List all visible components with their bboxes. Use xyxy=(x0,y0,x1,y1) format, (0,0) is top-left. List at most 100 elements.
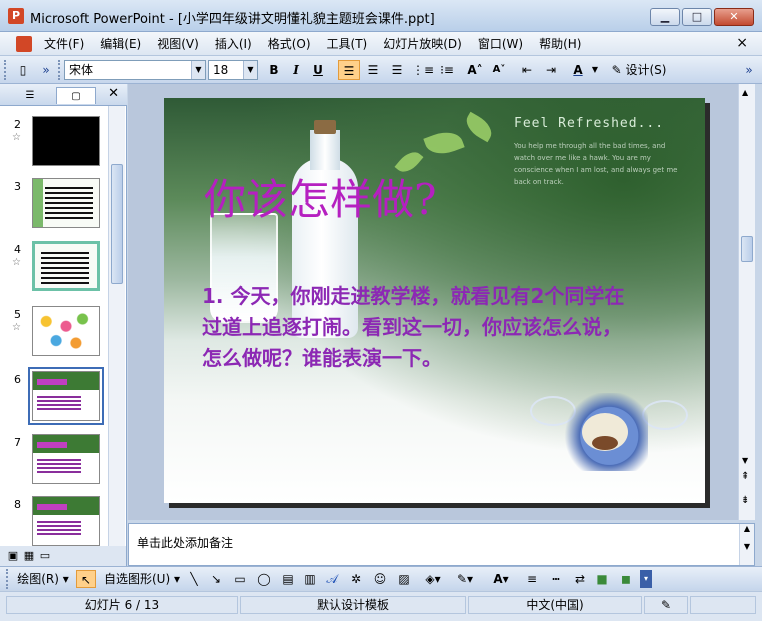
slide-title[interactable]: 你该怎样做? xyxy=(204,166,437,227)
spelling-check-icon[interactable]: ✎ xyxy=(644,596,688,614)
underline-button[interactable]: U xyxy=(308,60,328,80)
draw-menu-button[interactable]: 绘图(R) ▾ xyxy=(14,570,72,588)
menu-view[interactable]: 视图(V) xyxy=(149,36,207,52)
document-close-button[interactable]: × xyxy=(736,35,748,51)
slide-canvas[interactable]: Feel Refreshed... You help me through al… xyxy=(164,98,705,503)
new-document-icon[interactable]: ▯ xyxy=(12,60,34,80)
menu-help[interactable]: 帮助(H) xyxy=(531,36,589,52)
scroll-up-icon[interactable]: ▲ xyxy=(742,88,748,97)
design-label: 设计(S) xyxy=(625,63,667,77)
oval-icon[interactable]: ◯ xyxy=(254,570,274,588)
close-button[interactable]: ✕ xyxy=(714,8,754,26)
slide-number: 7 xyxy=(14,436,21,449)
minimize-button[interactable]: ▁ xyxy=(650,8,680,26)
chevron-down-icon[interactable]: ▼ xyxy=(243,61,257,79)
slide-body-text[interactable]: 1. 今天，你刚走进教学楼，就看见有2个同学在过道上追逐打闹。看到这一切，你应该… xyxy=(202,281,632,374)
menu-format[interactable]: 格式(O) xyxy=(260,36,319,52)
pane-scrollbar[interactable] xyxy=(108,106,125,546)
clipart-icon[interactable]: ☺ xyxy=(370,570,390,588)
dash-style-icon[interactable]: ┅ xyxy=(546,570,566,588)
scroll-down-icon[interactable]: ▼ xyxy=(742,456,748,465)
bold-button[interactable]: B xyxy=(264,60,284,80)
pane-horizontal-scrollbar[interactable] xyxy=(34,550,122,562)
chevron-down-icon[interactable]: ▼ xyxy=(191,61,205,79)
slide-thumbnail-image[interactable] xyxy=(32,116,100,166)
maximize-button[interactable]: □ xyxy=(682,8,712,26)
wordart-icon[interactable]: 𝒜 xyxy=(322,570,342,588)
slide-thumbnail-image[interactable] xyxy=(28,367,104,425)
slide-thumbnail-item[interactable]: 3 xyxy=(0,174,108,230)
decrease-font-icon[interactable]: A˅ xyxy=(488,60,510,80)
menu-tools[interactable]: 工具(T) xyxy=(319,36,376,52)
slide-thumbnail-item[interactable]: 8 xyxy=(0,492,108,548)
rectangle-icon[interactable]: ▭ xyxy=(230,570,250,588)
line-color-icon[interactable]: ✎▾ xyxy=(454,570,476,588)
bullets-icon[interactable]: ⁝≡ xyxy=(436,60,458,80)
line-style-icon[interactable]: ≡ xyxy=(522,570,542,588)
tab-slides[interactable]: ▢ xyxy=(56,87,96,104)
chevron-down-icon[interactable]: ▼ xyxy=(590,60,600,80)
status-design-template: 默认设计模板 xyxy=(240,596,466,614)
next-slide-icon[interactable]: ⇟ xyxy=(741,496,749,506)
notes-pane[interactable]: 单击此处添加备注 ▲ ▼ xyxy=(128,523,755,566)
toolbar-grip[interactable] xyxy=(58,60,61,80)
vertical-textbox-icon[interactable]: ▥ xyxy=(300,570,320,588)
align-left-icon[interactable]: ☰ xyxy=(338,60,360,80)
numbering-icon[interactable]: ⋮≡ xyxy=(412,60,434,80)
design-button[interactable]: ✎ 设计(S) xyxy=(608,60,670,80)
3d-style-icon[interactable]: ◼ xyxy=(616,570,636,588)
arrow-style-icon[interactable]: ⇄ xyxy=(570,570,590,588)
font-color-button[interactable]: A xyxy=(568,60,588,80)
slide-thumbnail-image[interactable] xyxy=(32,306,100,356)
notes-placeholder[interactable]: 单击此处添加备注 xyxy=(137,534,233,551)
textbox-icon[interactable]: ▤ xyxy=(278,570,298,588)
slide-thumbnail-image[interactable] xyxy=(32,241,100,291)
italic-button[interactable]: I xyxy=(286,60,306,80)
font-name-select[interactable]: 宋体 ▼ xyxy=(64,60,206,80)
toolbar-options-icon[interactable]: » xyxy=(38,60,54,80)
select-arrow-icon[interactable]: ↖ xyxy=(76,570,96,588)
scrollbar-thumb[interactable] xyxy=(741,236,753,262)
notes-scrollbar[interactable]: ▲ ▼ xyxy=(739,524,754,565)
menu-slideshow[interactable]: 幻灯片放映(D) xyxy=(375,36,470,52)
font-size-select[interactable]: 18 ▼ xyxy=(208,60,258,80)
normal-view-icon[interactable]: ▣ xyxy=(6,549,20,563)
tab-outline[interactable]: ☰ xyxy=(8,87,52,104)
toolbar-options-icon[interactable]: ▾ xyxy=(640,570,652,588)
slide-vertical-scrollbar[interactable]: ▲ ▼ ⇞ ⇟ xyxy=(738,84,755,520)
picture-icon[interactable]: ▨ xyxy=(394,570,414,588)
slide-thumbnail-item[interactable]: 4 ☆ xyxy=(0,237,108,293)
menu-edit[interactable]: 编辑(E) xyxy=(92,36,149,52)
align-right-icon[interactable]: ☰ xyxy=(386,60,408,80)
slide-thumbnail-item[interactable]: 7 xyxy=(0,430,108,486)
align-center-icon[interactable]: ☰ xyxy=(362,60,384,80)
menu-insert[interactable]: 插入(I) xyxy=(207,36,260,52)
increase-indent-icon[interactable]: ⇥ xyxy=(540,60,562,80)
shadow-style-icon[interactable]: ■ xyxy=(592,570,612,588)
slide-thumbnail-item[interactable]: 5 ☆ xyxy=(0,302,108,358)
decrease-indent-icon[interactable]: ⇤ xyxy=(516,60,538,80)
scrollbar-thumb[interactable] xyxy=(111,164,123,284)
autoshapes-menu-button[interactable]: 自选图形(U) ▾ xyxy=(102,570,182,588)
menu-window[interactable]: 窗口(W) xyxy=(470,36,531,52)
menu-file[interactable]: 文件(F) xyxy=(36,36,92,52)
toolbar-options-icon[interactable]: » xyxy=(742,60,756,80)
close-icon[interactable]: ✕ xyxy=(108,86,119,101)
slide-thumbnail-image[interactable] xyxy=(32,434,100,484)
toolbar-grip[interactable] xyxy=(4,60,7,80)
increase-font-icon[interactable]: A˄ xyxy=(464,60,486,80)
toolbar-grip[interactable] xyxy=(6,569,9,589)
slide-thumbnail-item[interactable]: 2 ☆ xyxy=(0,112,108,168)
slide-thumbnail-item-selected[interactable]: 6 xyxy=(0,367,108,425)
slide-thumbnail-image[interactable] xyxy=(32,496,100,546)
font-color-icon[interactable]: A▾ xyxy=(490,570,512,588)
diagram-icon[interactable]: ✲ xyxy=(346,570,366,588)
status-empty-cell xyxy=(690,596,756,614)
fill-color-icon[interactable]: ◈▾ xyxy=(422,570,444,588)
slide-thumbnail-image[interactable] xyxy=(32,178,100,228)
previous-slide-icon[interactable]: ⇞ xyxy=(741,472,749,482)
design-icon: ✎ xyxy=(611,63,622,77)
arrow-icon[interactable]: ↘ xyxy=(206,570,226,588)
document-icon[interactable] xyxy=(16,36,32,52)
line-icon[interactable]: ╲ xyxy=(184,570,204,588)
